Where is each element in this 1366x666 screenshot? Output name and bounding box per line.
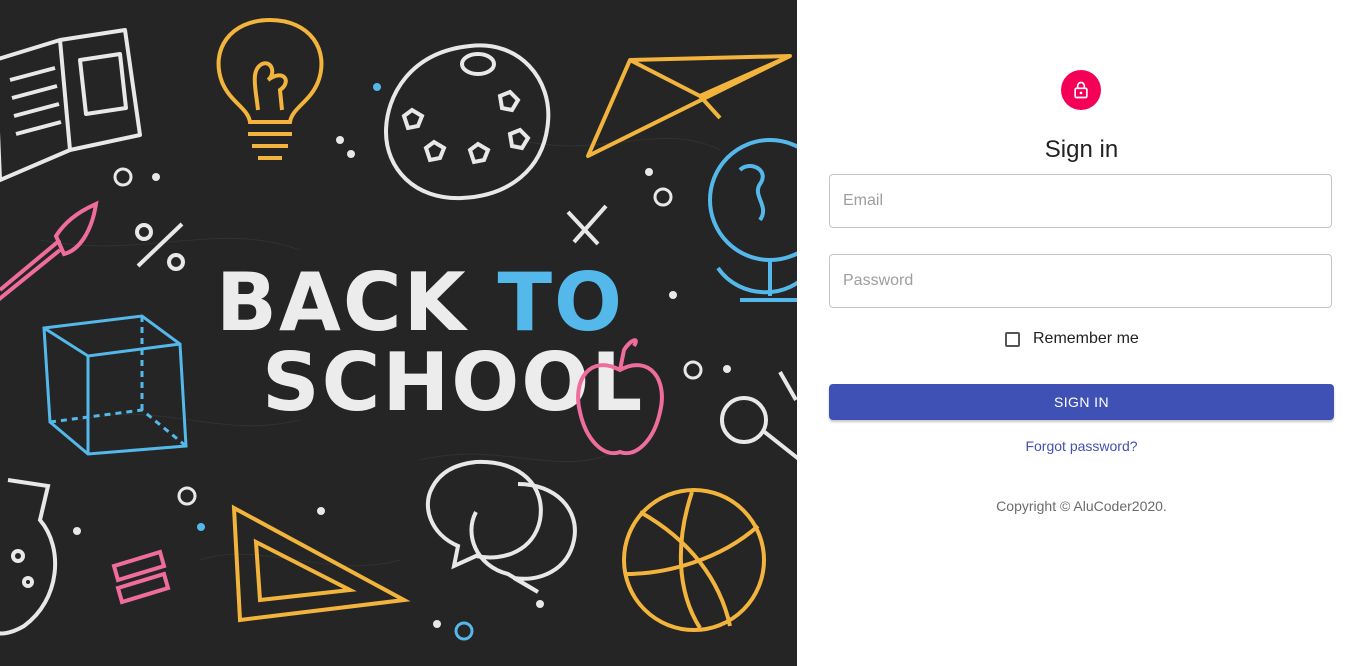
sign-in-button[interactable]: SIGN IN [829, 384, 1334, 420]
paint-palette-doodle [383, 43, 551, 201]
forgot-password-link[interactable]: Forgot password? [797, 438, 1366, 454]
scissors-doodle [720, 371, 797, 461]
cube-doodle [42, 314, 188, 456]
flask-doodle [0, 478, 58, 636]
remember-me-label: Remember me [1033, 330, 1139, 347]
chalkboard-illustration: BACK TO SCHOOL [0, 17, 797, 641]
paint-brush-doodle [0, 200, 99, 301]
hero-heading-line2: SCHOOL [262, 336, 644, 429]
book-doodle [0, 28, 142, 182]
password-input[interactable] [830, 255, 1331, 307]
email-input[interactable] [830, 175, 1331, 227]
lock-avatar [1061, 70, 1101, 110]
remember-me-checkbox[interactable]: Remember me [1004, 328, 1139, 350]
multiply-sign-doodle [566, 204, 608, 246]
equals-sign-doodle [111, 549, 171, 605]
globe-doodle [708, 138, 797, 302]
light-bulb-doodle [216, 17, 324, 160]
sign-in-panel: Sign in Remember me SIGN IN Forgot passw… [797, 0, 1366, 666]
speech-bubbles-doodle [426, 459, 577, 594]
basketball-doodle [622, 488, 766, 632]
page-title: Sign in [1044, 136, 1119, 164]
percent-doodle [135, 222, 185, 271]
lock-icon [1074, 81, 1088, 99]
copyright-text: Copyright © AluCoder2020. [996, 498, 1167, 514]
back-to-school-hero-image: BACK TO SCHOOL [0, 0, 797, 666]
checkbox-icon[interactable] [1005, 331, 1020, 347]
password-field[interactable] [829, 254, 1332, 308]
email-field[interactable] [829, 174, 1332, 228]
